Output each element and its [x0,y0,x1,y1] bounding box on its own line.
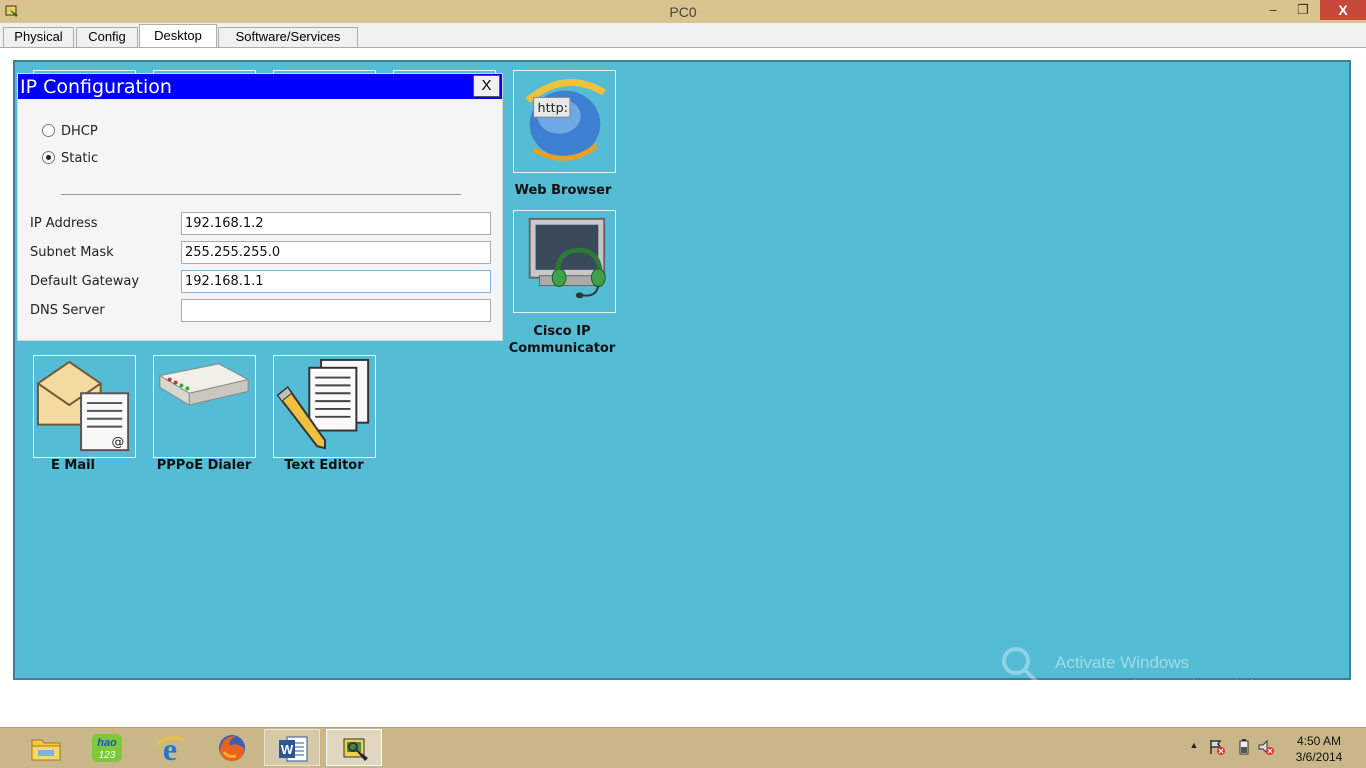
taskbar-internet-explorer[interactable]: e [142,729,198,766]
tab-bar: Physical Config Desktop Software/Service… [0,23,1366,48]
radio-button-checked[interactable] [42,151,55,164]
window-titlebar: PC0 – ❐ X [0,0,1366,23]
subnet-mask-label: Subnet Mask [30,245,114,260]
ip-configuration-dialog: IP Configuration X DHCP Static IP Addres… [17,73,503,341]
packet-tracer-icon [343,738,368,761]
svg-text:123: 123 [99,750,116,761]
close-button[interactable]: X [1320,0,1366,20]
tab-desktop[interactable]: Desktop [139,24,217,48]
ip-address-input[interactable] [181,212,491,235]
maximize-button[interactable]: ❐ [1290,0,1316,20]
word-icon: W [279,736,308,762]
email-label: E Mail [50,458,96,473]
text-editor-icon [276,358,370,450]
dns-server-input[interactable] [181,299,491,322]
cisco-ip-communicator-tile[interactable] [513,210,616,313]
cisco-ip-communicator-label: Cisco IP Communicator [508,324,616,356]
taskbar-hao123[interactable]: hao 123 [79,729,135,766]
svg-text:http:: http: [538,101,568,116]
radio-button-unchecked[interactable] [42,124,55,137]
svg-text:W: W [281,742,294,757]
hao123-icon: hao 123 [92,734,122,762]
system-clock[interactable]: 4:50 AM 3/6/2014 [1286,733,1352,765]
activate-windows-subtitle: Go to PC settings to activate Windows. [1055,677,1280,692]
default-gateway-input[interactable] [181,270,491,293]
dialer-device-icon [158,363,250,406]
taskbar-word[interactable]: W [264,729,320,766]
web-browser-tile[interactable]: http: [513,70,616,173]
headset-monitor-icon [528,217,606,299]
dhcp-radio[interactable]: DHCP [42,124,98,139]
key-icon [1002,647,1046,693]
taskbar-packet-tracer[interactable] [326,729,382,766]
email-icon: @ [36,360,130,452]
tray-overflow-chevron-icon[interactable]: ▲ [1185,740,1203,758]
text-editor-tile[interactable] [273,355,376,458]
activate-windows-title: Activate Windows [1055,653,1190,672]
pppoe-dialer-tile[interactable] [153,355,256,458]
dialog-title: IP Configuration [20,76,172,98]
action-center-flag-icon[interactable] [1208,738,1226,756]
svg-text:hao: hao [97,737,117,749]
tab-physical[interactable]: Physical [3,27,74,47]
battery-icon[interactable] [1235,738,1253,756]
subnet-mask-input[interactable] [181,241,491,264]
web-browser-label: Web Browser [514,183,612,198]
internet-explorer-icon: e [156,732,185,764]
firefox-icon [219,735,245,762]
taskbar-file-explorer[interactable] [18,729,74,766]
tab-software-services[interactable]: Software/Services [218,27,358,47]
pppoe-dialer-label: PPPoE Dialer [156,458,252,473]
default-gateway-label: Default Gateway [30,274,140,289]
dns-server-label: DNS Server [30,303,105,318]
clock-time: 4:50 AM [1296,734,1342,748]
text-editor-label: Text Editor [284,458,364,473]
email-tile[interactable]: @ [33,355,136,458]
tab-config[interactable]: Config [76,27,138,47]
static-label: Static [61,151,99,166]
window-title: PC0 [669,4,697,20]
taskbar-firefox[interactable] [204,729,260,766]
ip-address-label: IP Address [30,216,98,231]
separator [61,194,461,195]
web-browser-icon: http: [525,79,606,161]
dhcp-label: DHCP [61,124,98,139]
static-radio[interactable]: Static [42,151,98,166]
svg-text:@: @ [111,435,124,450]
dialog-close-button[interactable]: X [473,75,500,97]
file-explorer-icon [31,739,61,761]
minimize-button[interactable]: – [1260,0,1286,20]
dialog-titlebar: IP Configuration X [18,74,502,99]
clock-date: 3/6/2014 [1295,750,1343,764]
volume-muted-icon[interactable] [1257,738,1275,756]
